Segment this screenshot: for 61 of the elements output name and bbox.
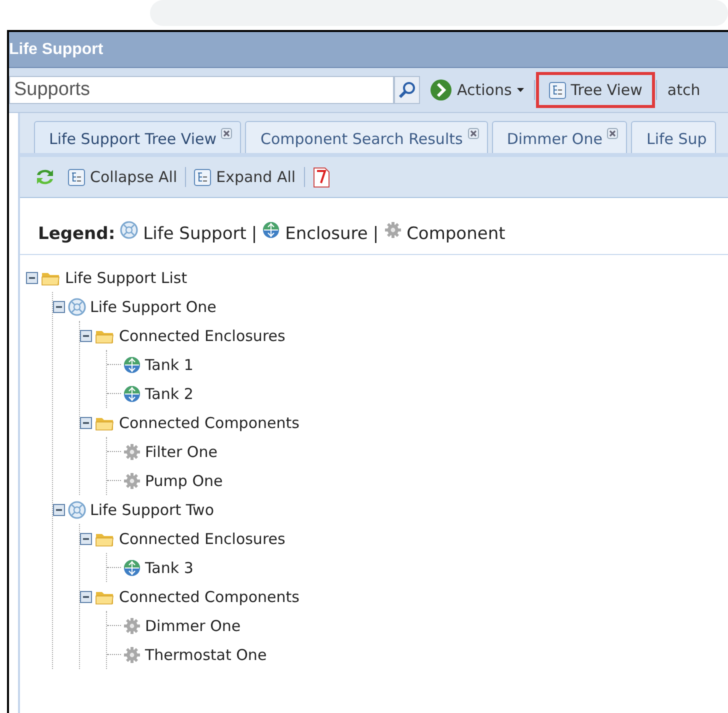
legend-label: Life Support: [143, 224, 246, 244]
tree-item[interactable]: Pump One: [145, 472, 223, 490]
tree-item[interactable]: Connected Components: [119, 588, 300, 606]
collapse-toggle-icon[interactable]: [80, 416, 92, 428]
tree-item[interactable]: Life Support List: [65, 268, 188, 286]
tree-item[interactable]: Life Support Two: [90, 500, 214, 518]
tree-item[interactable]: Tank 2: [145, 384, 194, 402]
tab[interactable]: Component Search Results: [245, 121, 488, 153]
globe-icon: [123, 356, 141, 374]
tree-item[interactable]: Life Support One: [90, 298, 216, 316]
pdf-icon: [312, 166, 330, 188]
collapse-toggle-icon[interactable]: [80, 330, 92, 342]
tree-item[interactable]: Tank 3: [145, 558, 194, 576]
gear-icon: [123, 616, 141, 634]
tab[interactable]: Life Support Tree View: [34, 121, 242, 153]
valve-icon: [120, 221, 138, 239]
tree-item[interactable]: Connected Components: [119, 414, 300, 432]
globe-icon: [123, 384, 141, 402]
search-icon: [398, 81, 416, 99]
tab[interactable]: Life Sup: [631, 121, 716, 153]
globe-icon: [262, 221, 280, 239]
collapse-toggle-icon[interactable]: [80, 532, 92, 544]
close-icon: [221, 128, 232, 139]
tree-item[interactable]: Filter One: [145, 442, 218, 460]
tree-item[interactable]: Thermostat One: [145, 646, 267, 664]
valve-icon: [68, 298, 86, 316]
collapse-toggle-icon[interactable]: [53, 300, 65, 312]
tree-view-button[interactable]: Tree View: [540, 77, 650, 103]
collapse-toggle-icon[interactable]: [53, 504, 65, 516]
gear-icon: [123, 646, 141, 664]
tree-item[interactable]: Dimmer One: [145, 616, 241, 634]
actions-button[interactable]: Actions: [426, 77, 528, 103]
close-icon: [468, 128, 479, 139]
legend-separator: |: [372, 224, 379, 244]
caret-icon: [516, 88, 524, 92]
legend-separator: |: [251, 224, 258, 244]
toolbar-button[interactable]: atch: [663, 79, 704, 101]
legend-title: Legend:: [38, 224, 116, 244]
window-title: Life Support: [9, 32, 728, 68]
legend-label: Component: [406, 224, 506, 244]
tree-item[interactable]: Connected Enclosures: [119, 530, 286, 548]
tab[interactable]: Dimmer One: [492, 121, 628, 153]
tree-item[interactable]: Tank 1: [145, 356, 194, 374]
globe-icon: [123, 558, 141, 576]
collapse-toggle-icon[interactable]: [80, 590, 92, 602]
collapse-toggle-icon[interactable]: [26, 272, 38, 284]
valve-icon: [68, 500, 86, 518]
tree-view-icon: [548, 82, 566, 98]
chevron-icon: [430, 79, 452, 101]
tree-view-icon: [194, 168, 212, 186]
gear-icon: [384, 221, 402, 239]
gear-icon: [123, 442, 141, 460]
expand-all-button[interactable]: Expand All: [190, 166, 300, 188]
legend-label: Enclosure: [285, 224, 368, 244]
collapse-all-button[interactable]: Collapse All: [64, 166, 182, 188]
gear-icon: [123, 472, 141, 490]
tree-item[interactable]: Connected Enclosures: [119, 326, 286, 344]
search-field[interactable]: Supports: [9, 76, 394, 104]
search-button[interactable]: [394, 76, 420, 104]
tree-view-icon: [68, 168, 85, 186]
close-icon: [607, 128, 618, 139]
